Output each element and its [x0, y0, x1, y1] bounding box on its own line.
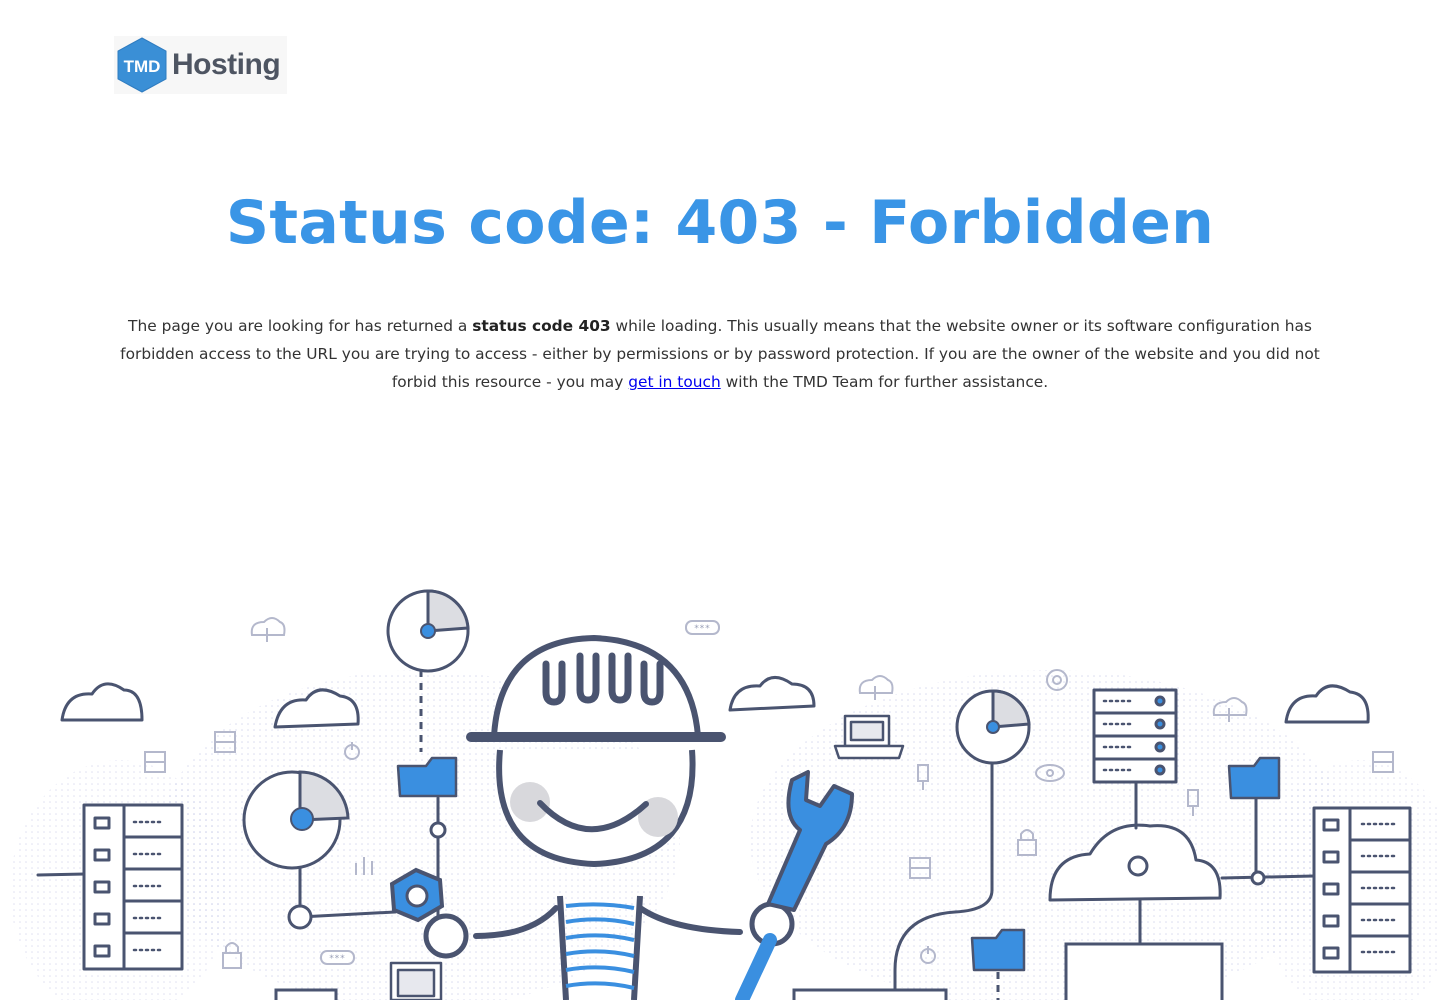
page-title: Status code: 403 - Forbidden	[225, 188, 1215, 258]
error-description: The page you are looking for has returne…	[100, 312, 1340, 396]
cloud-node-dot	[1127, 855, 1149, 877]
password-tag-text: ***	[694, 624, 710, 634]
logo-hexagon-icon: TMD	[117, 37, 167, 93]
node-dot	[429, 821, 447, 839]
node-dot	[287, 904, 313, 930]
tmd-hosting-logo[interactable]: TMD Hosting	[114, 36, 287, 94]
background-haze	[10, 670, 1440, 1000]
description-intro: The page you are looking for has returne…	[128, 317, 473, 335]
error-page: TMD Hosting Status code: 403 - Forbidden…	[0, 0, 1440, 1000]
logo-badge-text: TMD	[124, 57, 161, 76]
cloud-icon	[728, 676, 816, 712]
cloud-icon	[60, 682, 144, 722]
server-rack-left	[82, 803, 184, 971]
laptop-icon	[389, 961, 443, 1000]
server-rack-right	[1312, 806, 1412, 974]
node-dot	[1250, 870, 1266, 886]
password-tag-text: ***	[329, 954, 345, 964]
cloud-icon	[1284, 684, 1370, 724]
cloud-upload-icon	[858, 675, 894, 700]
get-in-touch-link[interactable]: get in touch	[628, 373, 721, 391]
monitor-icon	[274, 988, 338, 1000]
description-outro: with the TMD Team for further assistance…	[720, 373, 1049, 391]
monitor-icon	[792, 988, 948, 1000]
server-stack	[1092, 688, 1178, 784]
logo-wordmark: Hosting	[172, 48, 281, 81]
monitor-icon	[1064, 942, 1224, 1000]
pie-chart-icon	[955, 689, 1031, 765]
status-code-text: status code 403	[472, 317, 611, 335]
maintenance-illustration: *** ***	[10, 589, 1440, 1000]
cloud-upload-icon	[250, 617, 286, 642]
pie-chart-icon	[386, 589, 470, 673]
